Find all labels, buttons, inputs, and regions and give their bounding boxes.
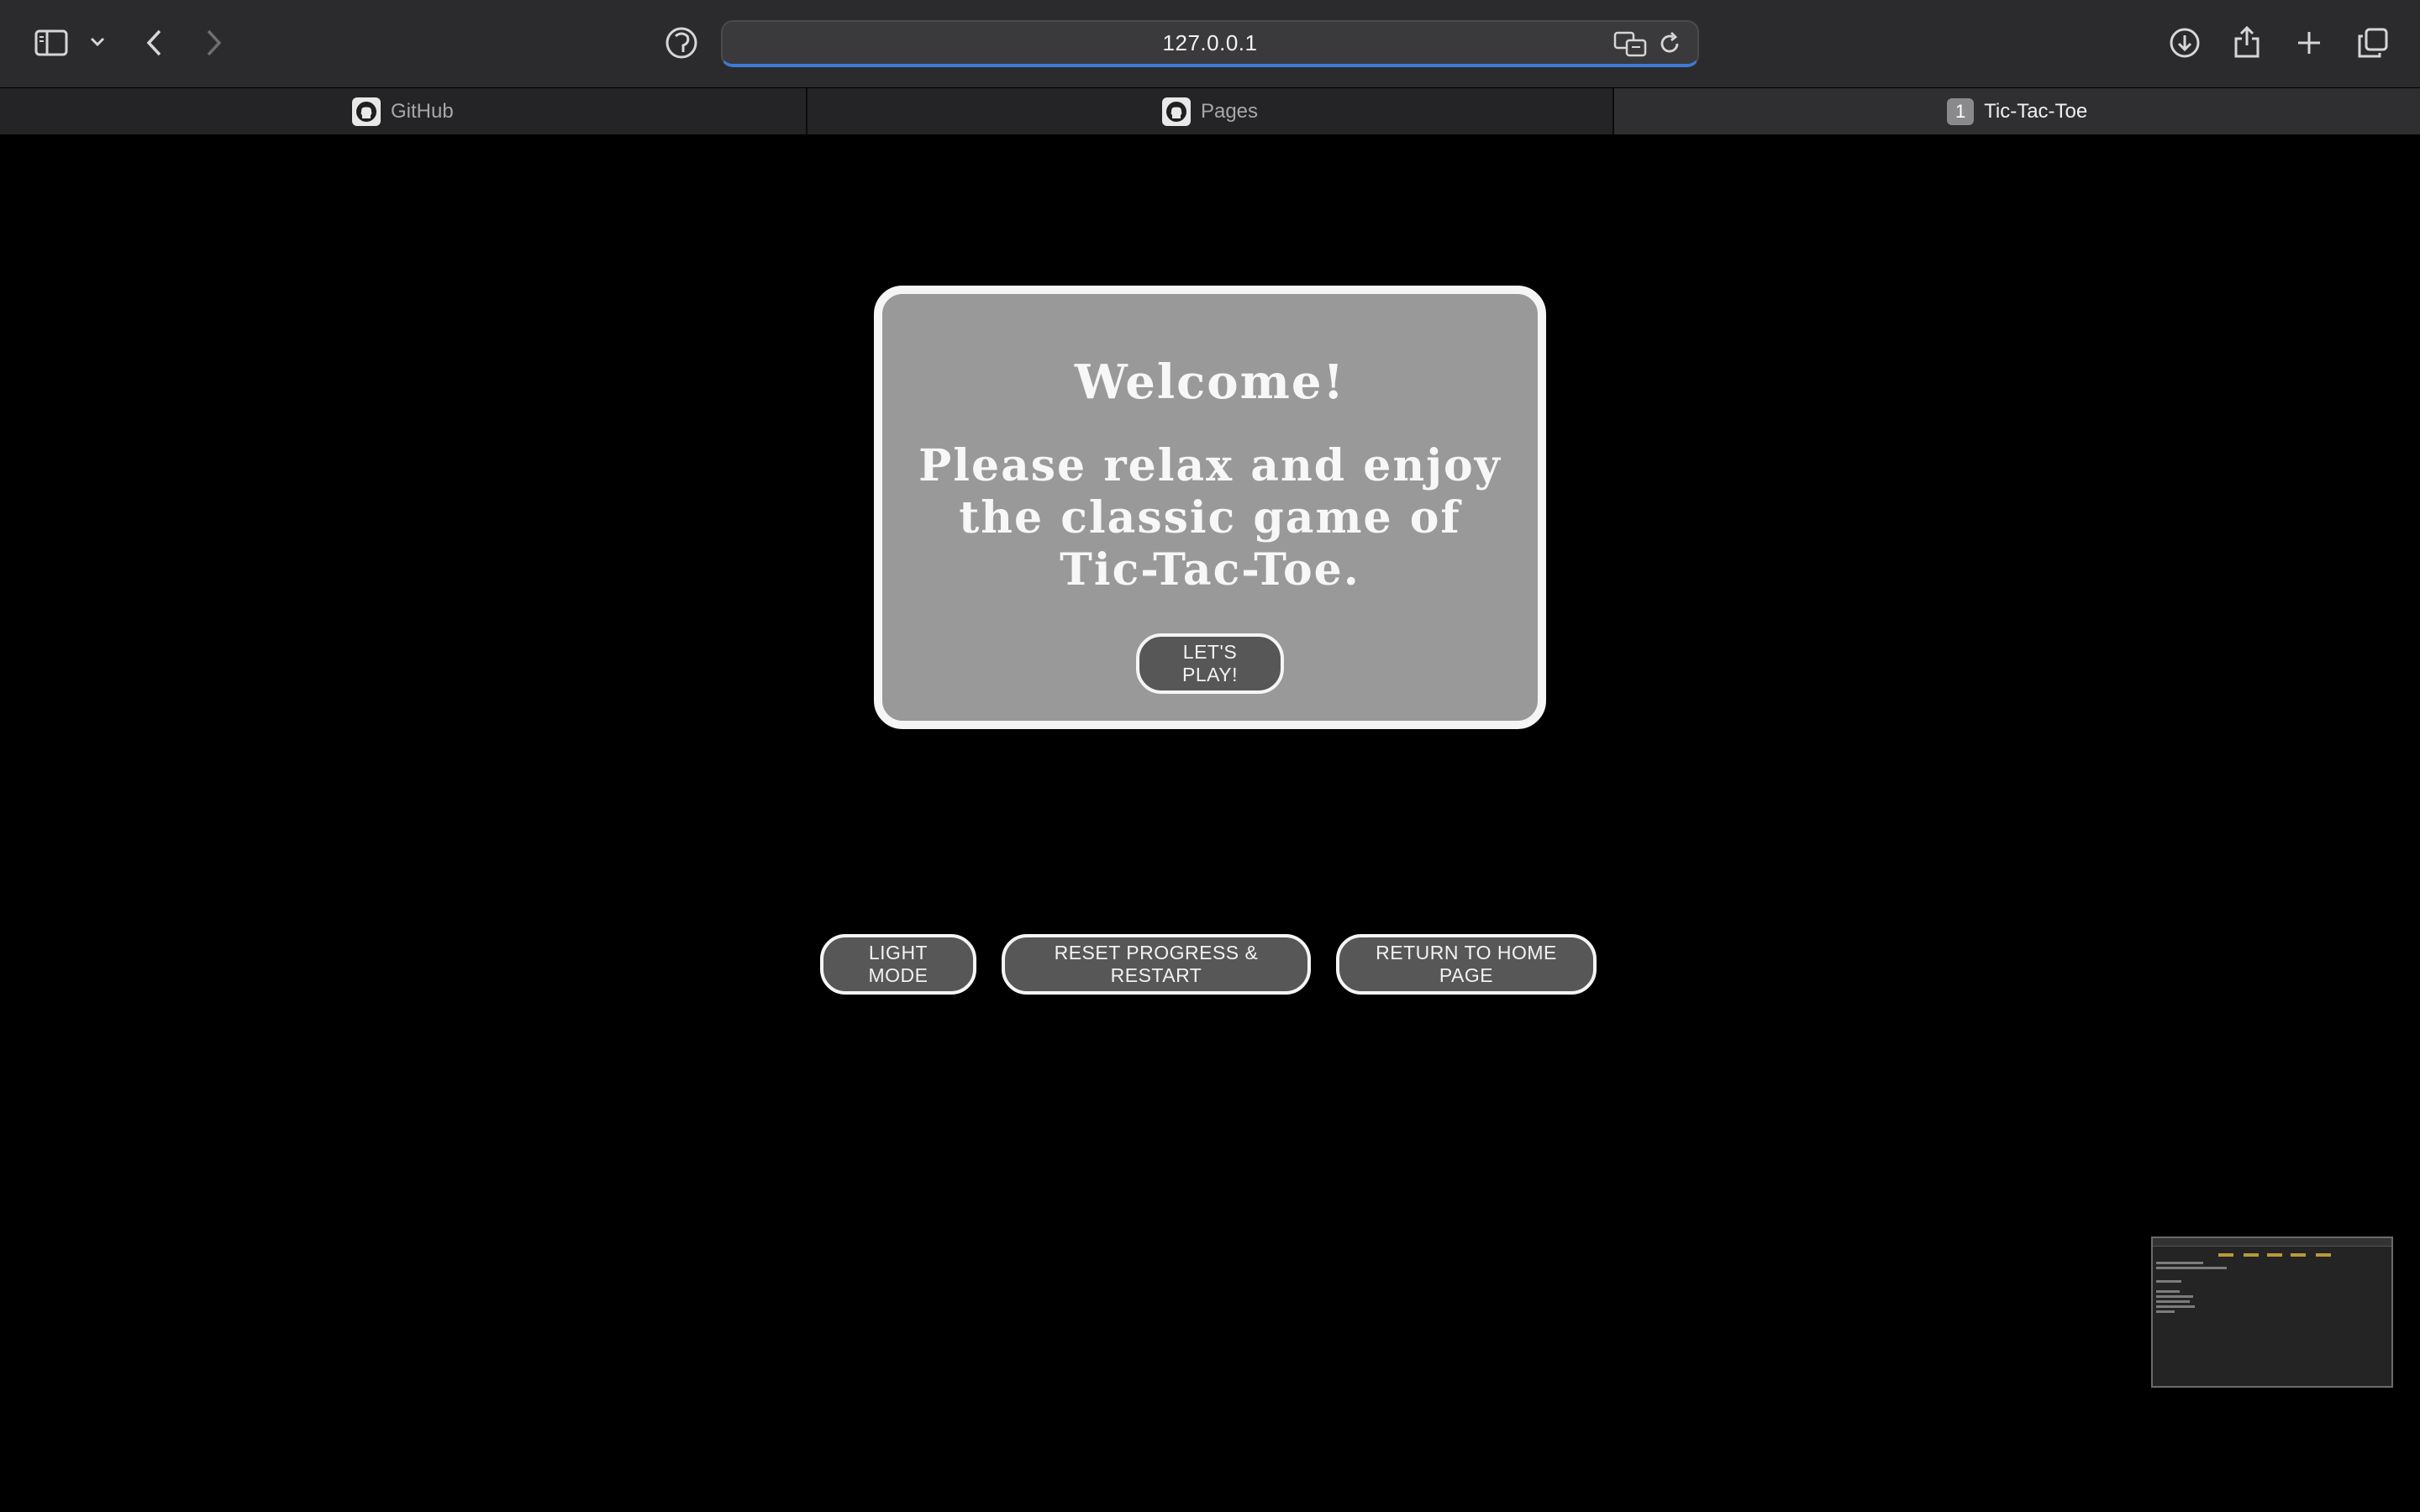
share-icon[interactable] (2232, 24, 2262, 60)
url-text: 127.0.0.1 (1162, 29, 1258, 55)
controls-row: LIGHT MODE RESET PROGRESS & RESTART RETU… (820, 934, 1597, 995)
new-tab-icon[interactable] (2294, 28, 2324, 58)
browser-toolbar: 127.0.0.1 (0, 0, 2420, 87)
tab-label: GitHub (390, 99, 454, 123)
download-icon[interactable] (2168, 25, 2202, 60)
github-icon (1161, 97, 1191, 126)
back-icon[interactable] (141, 26, 166, 60)
translate-icon[interactable] (1613, 30, 1647, 61)
privacy-icon[interactable] (664, 25, 699, 60)
welcome-title: Welcome! (1074, 354, 1346, 410)
tab-overview-icon[interactable] (2356, 26, 2390, 60)
tab-github[interactable]: GitHub (0, 88, 808, 134)
page-thumbnail[interactable] (2151, 1236, 2393, 1388)
sidebar-icon[interactable] (34, 28, 69, 58)
tab-tic-tac-toe[interactable]: 1 Tic-Tac-Toe (1614, 88, 2420, 134)
tab-label: Pages (1200, 99, 1259, 123)
tab-bar: GitHub Pages 1 Tic-Tac-Toe (0, 87, 2420, 134)
url-bar[interactable]: 127.0.0.1 (721, 20, 1699, 67)
reset-progress-button[interactable]: RESET PROGRESS & RESTART (1002, 934, 1311, 995)
reload-icon[interactable] (1657, 31, 1682, 60)
return-home-button[interactable]: RETURN TO HOME PAGE (1336, 934, 1597, 995)
welcome-message: Please relax and enjoy the classic game … (918, 440, 1502, 596)
tab-pages[interactable]: Pages (807, 88, 1615, 134)
github-icon (351, 97, 381, 126)
lets-play-button[interactable]: LET'S PLAY! (1136, 633, 1284, 694)
forward-icon[interactable] (202, 26, 227, 60)
tab-badge: 1 (1947, 97, 1975, 125)
page-content: Welcome! Please relax and enjoy the clas… (0, 134, 2420, 1512)
tab-label: Tic-Tac-Toe (1984, 99, 2088, 123)
chevron-down-icon[interactable] (87, 32, 108, 52)
light-mode-button[interactable]: LIGHT MODE (820, 934, 976, 995)
welcome-card: Welcome! Please relax and enjoy the clas… (874, 286, 1546, 729)
